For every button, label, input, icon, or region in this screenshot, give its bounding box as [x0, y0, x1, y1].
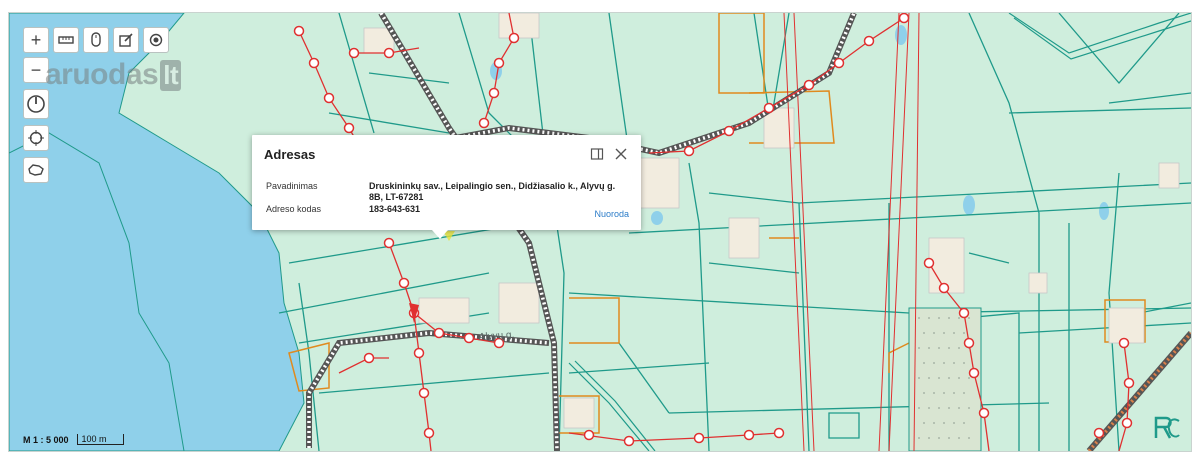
mouse-icon: [91, 32, 101, 47]
compass-icon: [27, 95, 45, 113]
minus-icon: −: [30, 59, 42, 80]
name-value: Druskininkų sav., Leipalingio sen., Didž…: [369, 181, 616, 202]
crosshair-icon: [28, 130, 44, 146]
scale-indicator: M 1 : 5 000 100 m: [23, 434, 124, 445]
popup-title: Adresas: [264, 147, 316, 162]
popup-tail: [432, 230, 448, 239]
edit-icon: [119, 33, 133, 47]
watermark: aruodas lt: [45, 58, 182, 92]
code-value: 183-643-631: [369, 204, 421, 214]
address-popup: Adresas Pavadinimas Druskininkų sav., Le…: [252, 135, 641, 239]
target-icon: [149, 33, 163, 47]
name-label: Pavadinimas: [266, 181, 318, 191]
plus-icon: +: [30, 29, 42, 50]
country-extent-button[interactable]: [23, 157, 49, 183]
map-canvas[interactable]: Alyvų g.: [9, 13, 1191, 451]
map-frame[interactable]: Alyvų g. + − aruodas lt Adresas Pavadini…: [8, 12, 1192, 452]
select-button[interactable]: [83, 27, 109, 53]
edit-button[interactable]: [113, 27, 139, 53]
measure-button[interactable]: [53, 27, 79, 53]
map-toolbar: +: [23, 27, 169, 53]
locate-button[interactable]: [23, 125, 49, 151]
compass-button[interactable]: [23, 89, 49, 119]
lithuania-map-icon: [28, 164, 44, 176]
code-label: Adreso kodas: [266, 204, 322, 214]
scale-bar: 100 m: [76, 434, 124, 445]
zoom-in-button[interactable]: +: [23, 27, 49, 53]
close-icon[interactable]: [614, 147, 628, 161]
target-button[interactable]: [143, 27, 169, 53]
scale-ratio: M 1 : 5 000: [23, 435, 69, 445]
rc-logo-icon: [1154, 416, 1180, 439]
ruler-icon: [58, 36, 74, 44]
directions-link[interactable]: Nuoroda: [594, 209, 629, 219]
dock-panel-icon[interactable]: [590, 147, 604, 161]
